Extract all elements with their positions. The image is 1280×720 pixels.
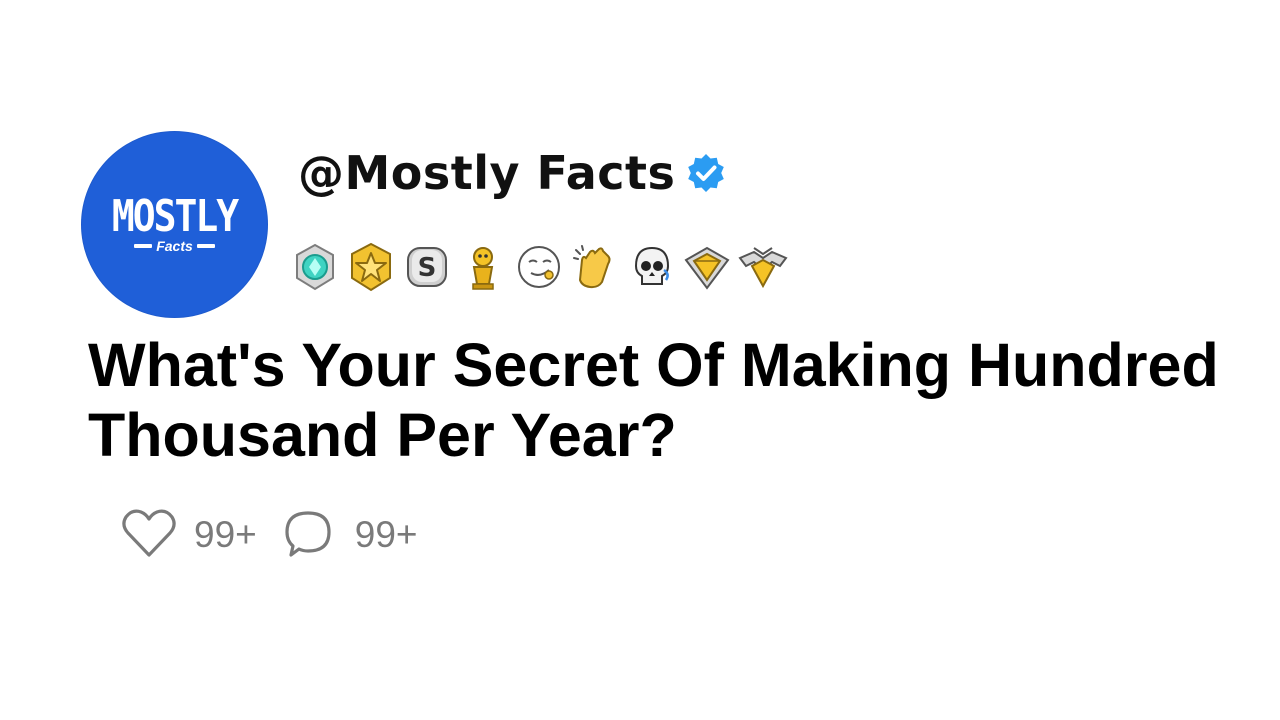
gold-gem-icon[interactable] <box>680 240 734 294</box>
verified-badge-icon <box>688 154 725 192</box>
post-title: What's Your Secret Of Making Hundred Tho… <box>88 331 1219 469</box>
smirk-face-icon[interactable] <box>512 240 566 294</box>
svg-text:S: S <box>418 253 437 283</box>
diamond-medal-icon[interactable] <box>288 240 342 294</box>
heart-icon[interactable] <box>120 505 178 563</box>
logo-bar-left <box>134 243 153 248</box>
skull-icon[interactable] <box>624 240 678 294</box>
silver-s-coin-icon[interactable]: S <box>400 240 454 294</box>
logo-bar-right <box>196 243 215 248</box>
avatar[interactable]: MOSTLY Facts <box>81 131 268 318</box>
post-actions: 99+ 99+ <box>120 505 442 563</box>
comment-count: 99+ <box>354 513 418 555</box>
star-badge-icon[interactable] <box>344 240 398 294</box>
username[interactable]: @Mostly Facts <box>298 150 675 196</box>
gold-trophy-icon[interactable] <box>456 240 510 294</box>
comment-icon[interactable] <box>281 505 339 563</box>
award-badges: S <box>288 240 790 294</box>
clapping-hands-icon[interactable] <box>568 240 622 294</box>
winged-heart-icon[interactable] <box>736 240 790 294</box>
like-count: 99+ <box>194 513 257 555</box>
profile-header: @Mostly Facts <box>298 150 727 196</box>
avatar-logo-text: MOSTLY <box>111 190 239 241</box>
